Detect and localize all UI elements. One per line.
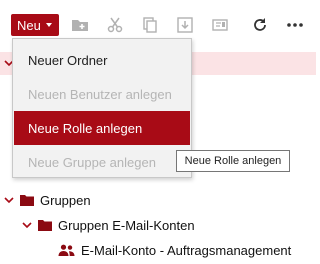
cut-icon[interactable] [106, 16, 124, 34]
tree-node-gruppen[interactable]: Gruppen [4, 190, 91, 210]
menu-item-new-folder[interactable]: Neuer Ordner [14, 43, 190, 77]
tooltip: Neue Rolle anlegen [176, 150, 290, 172]
new-dropdown-menu: Neuer Ordner Neuen Benutzer anlegen Neue… [12, 38, 192, 178]
new-button[interactable]: Neu [11, 14, 59, 36]
menu-item-new-group: Neue Gruppe anlegen [28, 154, 156, 170]
refresh-icon[interactable] [251, 16, 269, 34]
chevron-down-icon[interactable] [22, 220, 32, 230]
new-button-label: Neu [17, 17, 41, 33]
copy-icon[interactable] [141, 16, 159, 34]
tree-node-label: Gruppen [40, 192, 91, 208]
folder-icon [20, 194, 34, 206]
menu-item-new-user: Neuen Benutzer anlegen [28, 86, 172, 102]
tree-node-email-konto-auftragsmanagement[interactable]: E-Mail-Konto - Auftragsmanagement [58, 240, 291, 260]
tree-node-label: Gruppen E-Mail-Konten [58, 217, 195, 233]
chevron-down-icon [45, 23, 52, 27]
download-icon[interactable] [176, 16, 194, 34]
folder-icon [38, 219, 52, 231]
new-folder-icon[interactable] [71, 16, 89, 34]
menu-item-new-role[interactable]: Neue Rolle anlegen [14, 111, 190, 145]
id-card-icon[interactable] [211, 16, 229, 34]
chevron-down-icon[interactable] [4, 195, 14, 205]
tree-node-gruppen-email-konten[interactable]: Gruppen E-Mail-Konten [22, 215, 195, 235]
users-icon [58, 244, 75, 256]
more-icon[interactable] [286, 16, 304, 34]
tree-node-label: E-Mail-Konto - Auftragsmanagement [81, 242, 292, 258]
